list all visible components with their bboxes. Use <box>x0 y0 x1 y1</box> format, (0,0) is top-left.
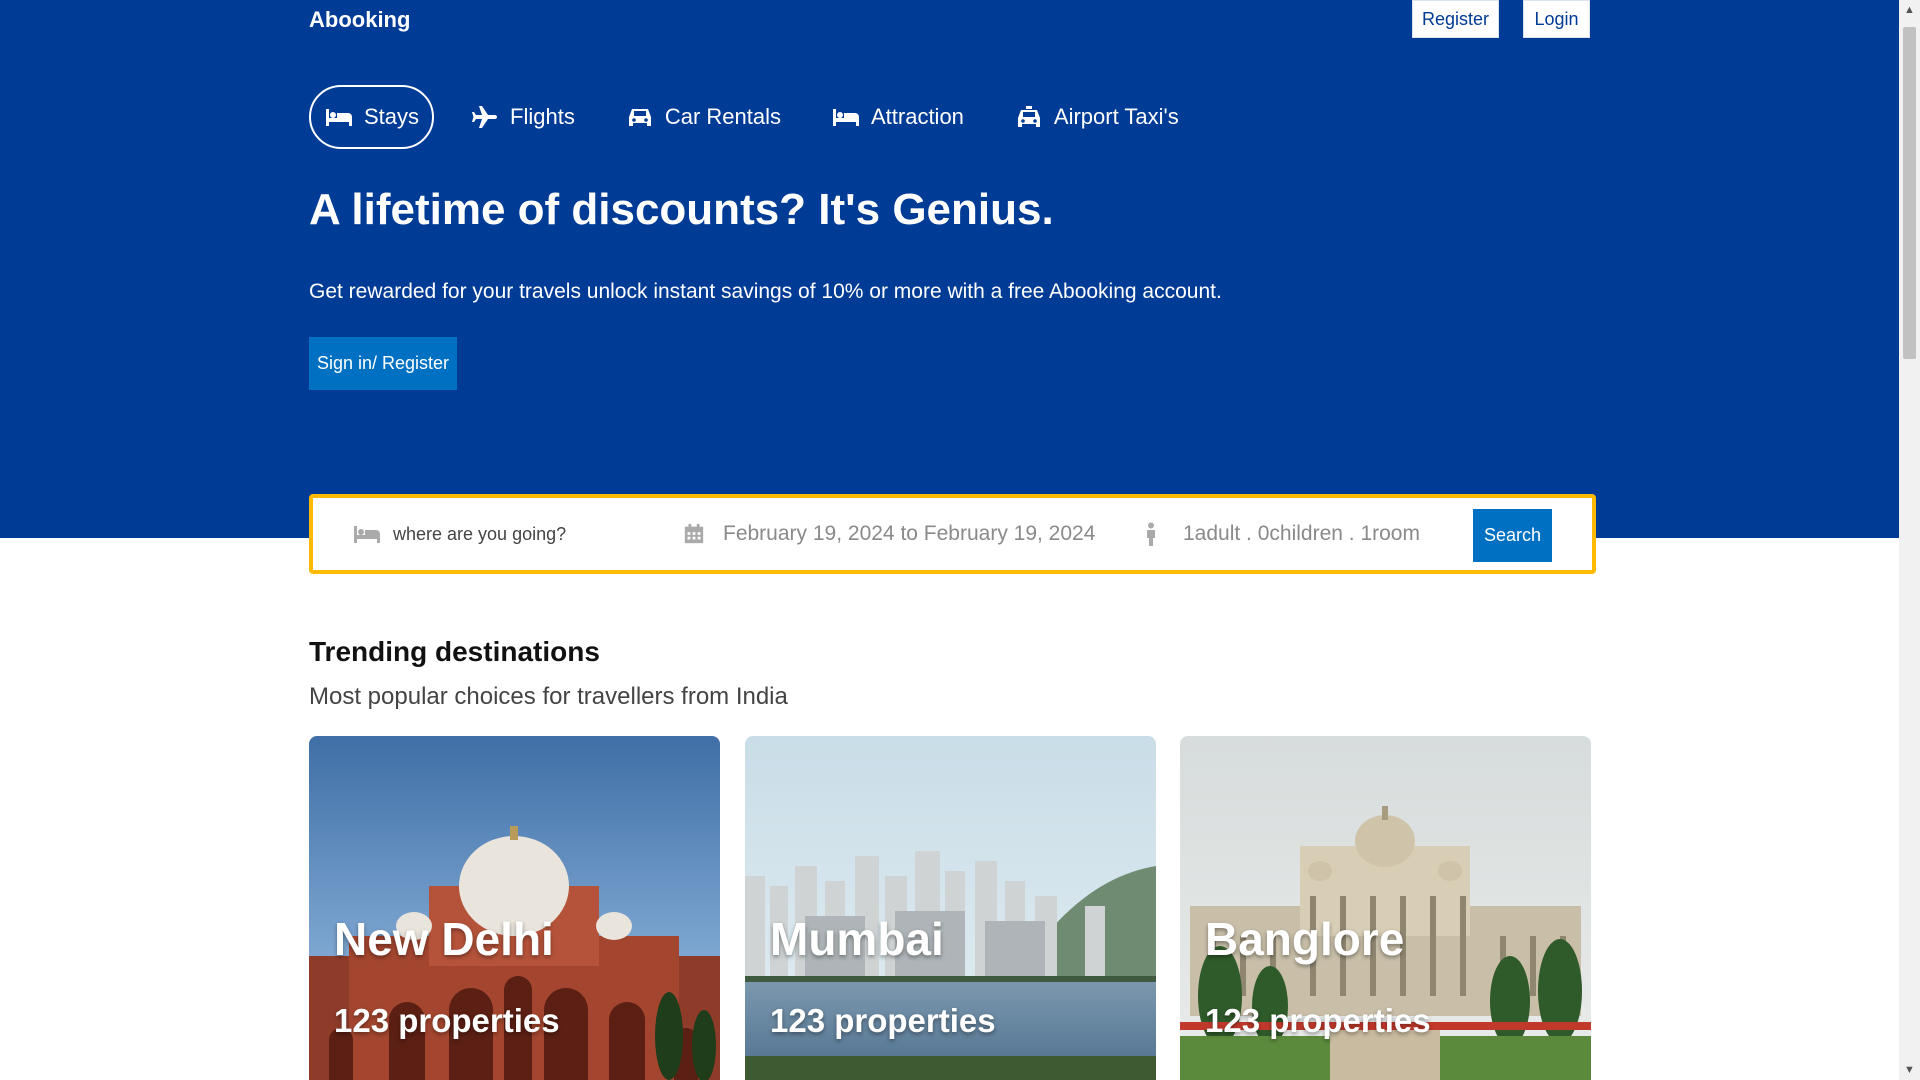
guests-text: 1adult . 0children . 1room <box>1183 522 1420 545</box>
card-property-count: 123 properties <box>334 1002 560 1039</box>
category-nav: Stays Flights Car Rentals Attraction Air… <box>309 85 1215 149</box>
bed-icon <box>831 105 861 129</box>
destination-field[interactable] <box>353 522 633 546</box>
calendar-icon <box>683 522 711 546</box>
scroll-thumb[interactable] <box>1903 27 1916 359</box>
nav-item-label: Flights <box>510 104 575 129</box>
hero-subline: Get rewarded for your travels unlock ins… <box>309 280 1222 303</box>
nav-item-label: Airport Taxi's <box>1053 104 1179 129</box>
plane-icon <box>470 105 500 129</box>
search-button[interactable]: Search <box>1473 509 1552 562</box>
destination-card-mumbai[interactable]: Mumbai 123 properties <box>745 736 1156 1080</box>
card-city-name: New Delhi <box>334 913 554 965</box>
vertical-scrollbar[interactable]: ▲ ▼ <box>1899 0 1920 1080</box>
logo[interactable]: Abooking <box>309 7 410 33</box>
card-city-name: Banglore <box>1205 913 1405 965</box>
destination-input[interactable] <box>393 523 633 545</box>
signin-register-button[interactable]: Sign in/ Register <box>309 337 457 390</box>
taxi-icon <box>1014 105 1044 129</box>
search-bar: February 19, 2024 to February 19, 2024 1… <box>309 494 1596 574</box>
nav-item-flights[interactable]: Flights <box>456 85 589 149</box>
destination-card-banglore[interactable]: Banglore 123 properties <box>1180 736 1591 1080</box>
nav-item-car-rentals[interactable]: Car Rentals <box>611 85 795 149</box>
car-icon <box>625 105 655 129</box>
card-city-name: Mumbai <box>770 913 944 965</box>
nav-item-airport-taxis[interactable]: Airport Taxi's <box>1000 85 1193 149</box>
nav-item-label: Attraction <box>870 104 964 129</box>
trending-subtitle: Most popular choices for travellers from… <box>309 683 788 710</box>
nav-item-label: Car Rentals <box>664 104 781 129</box>
date-range-text: February 19, 2024 to February 19, 2024 <box>723 522 1096 545</box>
hero-banner <box>0 0 1899 538</box>
scroll-down-arrow-icon[interactable]: ▼ <box>1899 1060 1920 1080</box>
destination-card-new-delhi[interactable]: New Delhi 123 properties <box>309 736 720 1080</box>
date-field[interactable]: February 19, 2024 to February 19, 2024 <box>683 522 1095 546</box>
guests-field[interactable]: 1adult . 0children . 1room <box>1143 522 1420 546</box>
bed-icon <box>353 522 381 546</box>
person-icon <box>1143 522 1171 546</box>
nav-item-stays[interactable]: Stays <box>309 85 435 149</box>
bed-icon <box>324 105 354 129</box>
nav-item-attraction[interactable]: Attraction <box>817 85 978 149</box>
login-button[interactable]: Login <box>1523 0 1590 38</box>
card-property-count: 123 properties <box>770 1002 996 1039</box>
scroll-up-arrow-icon[interactable]: ▲ <box>1899 0 1920 20</box>
register-button[interactable]: Register <box>1412 0 1499 38</box>
hero-headline: A lifetime of discounts? It's Genius. <box>309 185 1054 234</box>
trending-title: Trending destinations <box>309 636 600 667</box>
card-property-count: 123 properties <box>1205 1002 1431 1039</box>
nav-item-label: Stays <box>364 104 420 129</box>
